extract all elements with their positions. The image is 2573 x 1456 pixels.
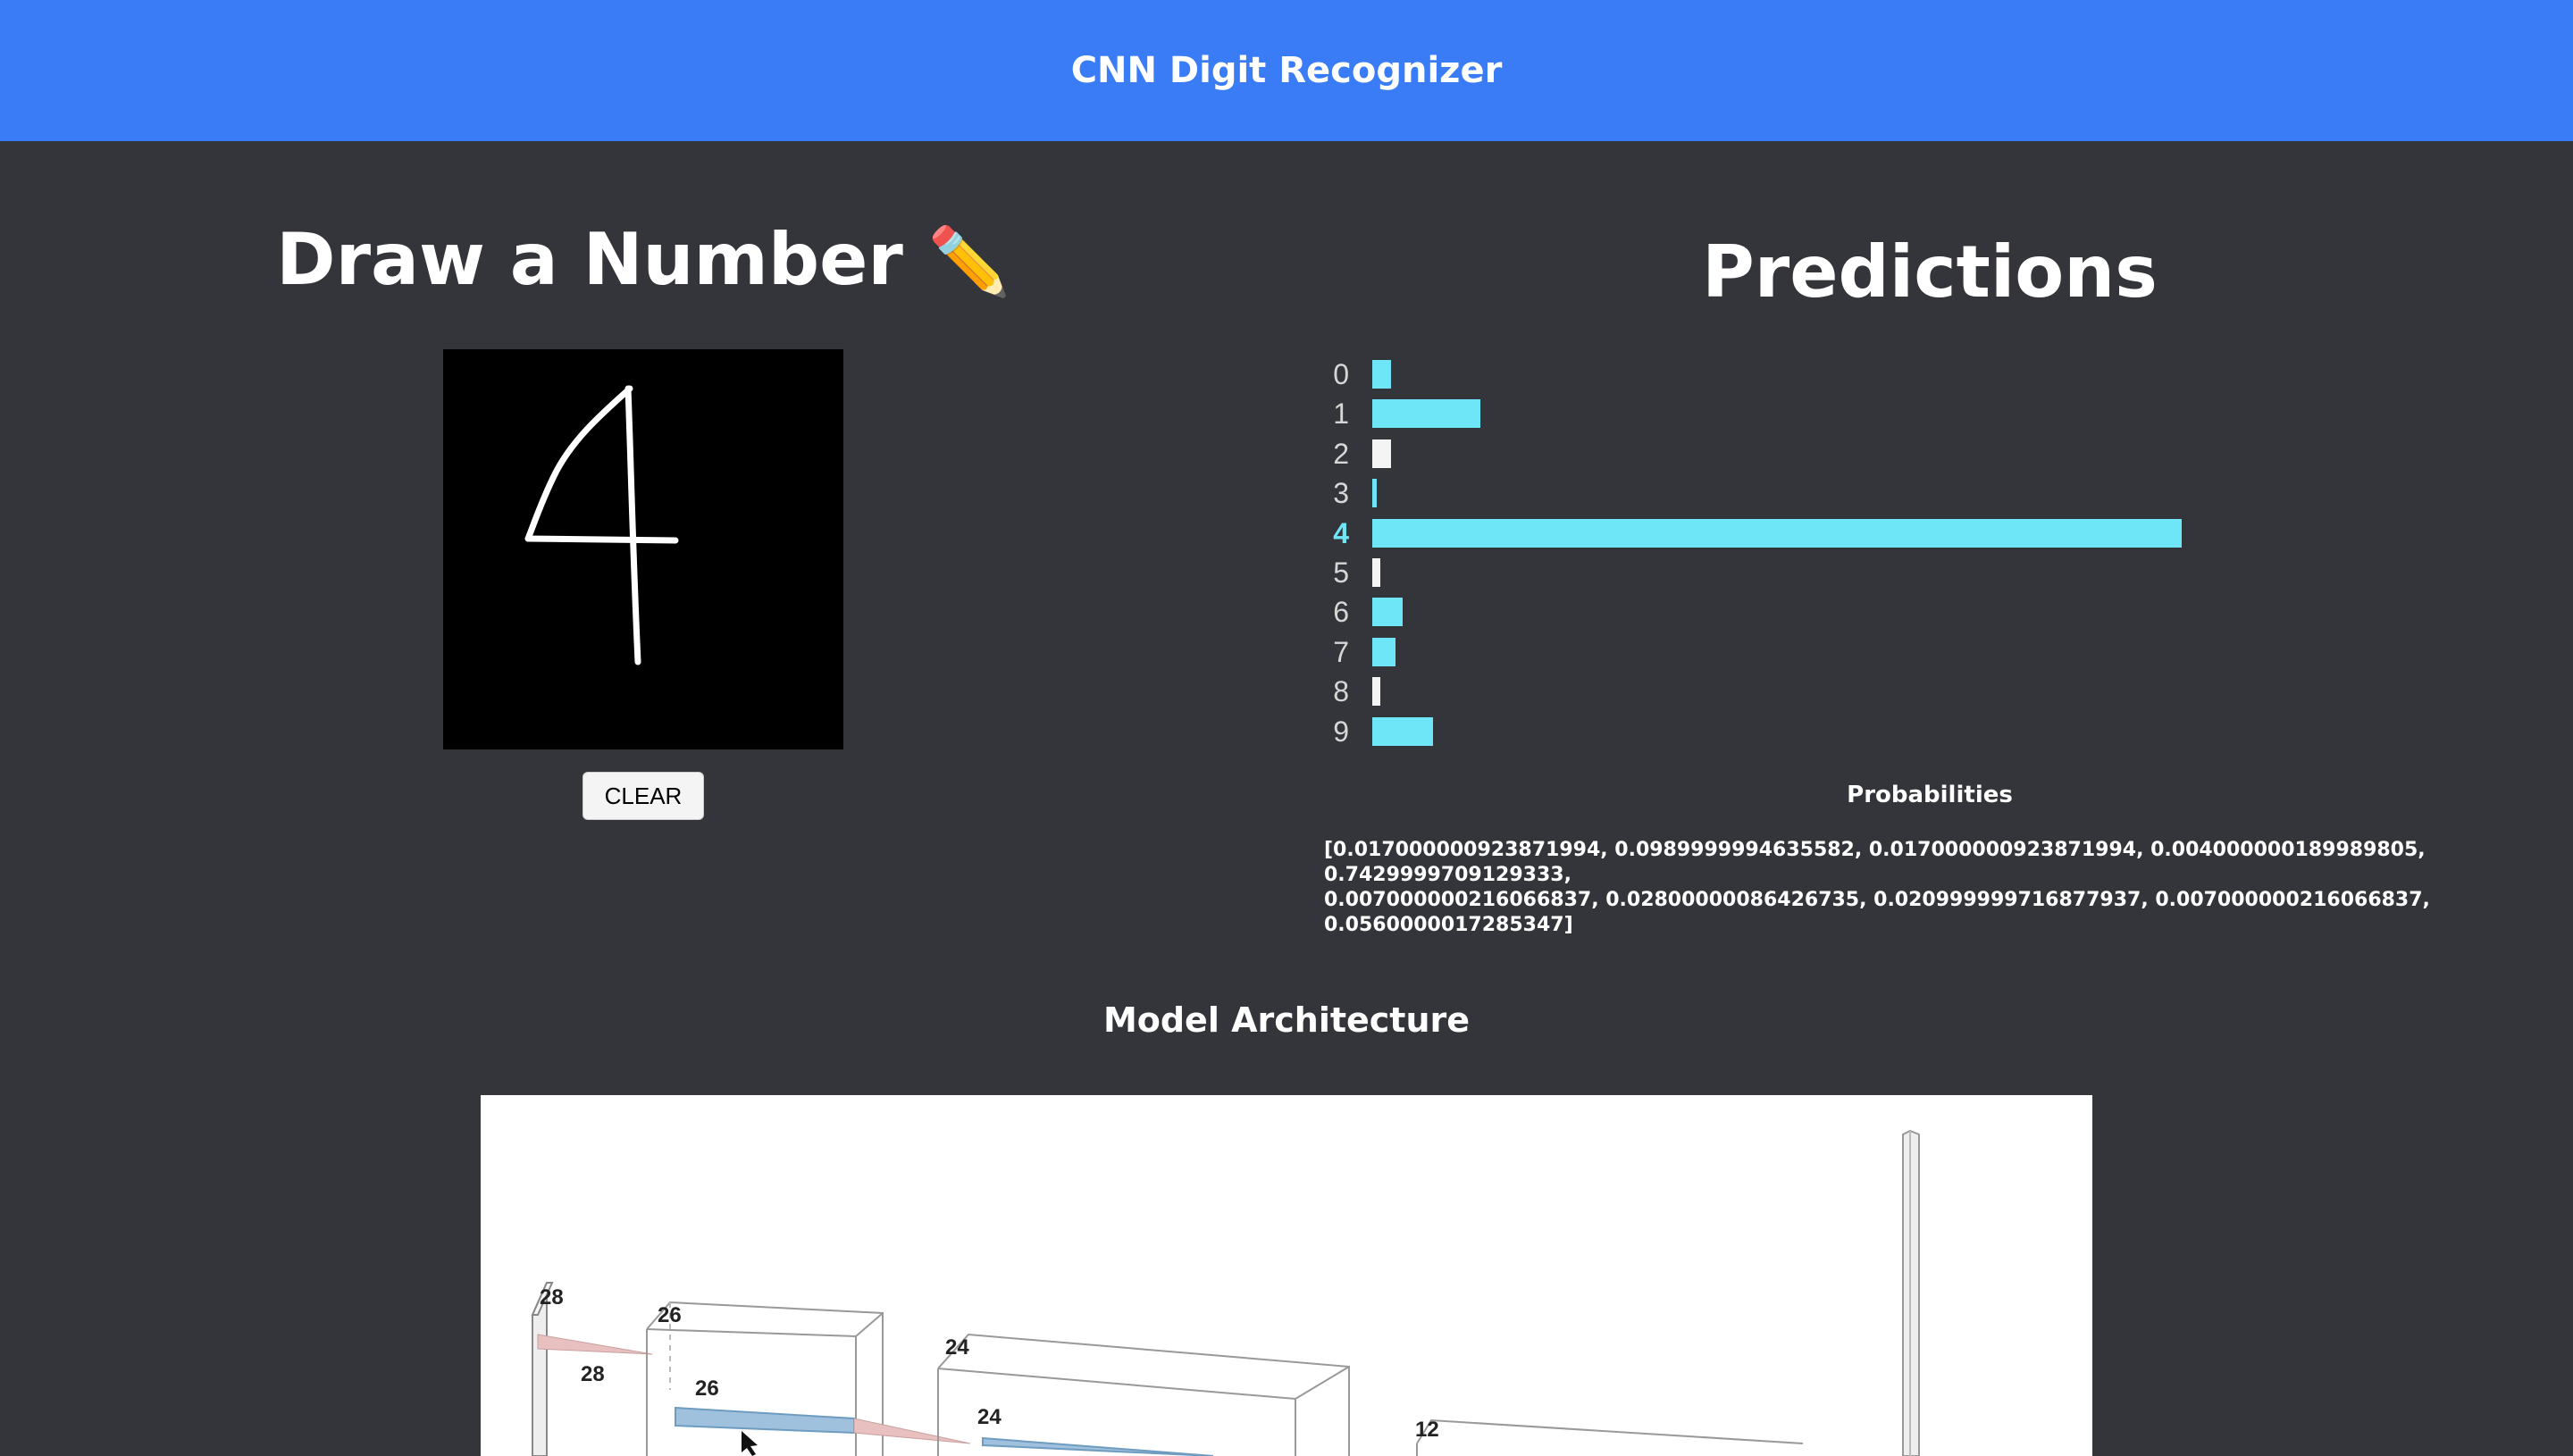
architecture-diagram-svg: 28 28 26 26 24 24 12 (531, 1129, 1920, 1456)
layer-label: 26 (658, 1303, 682, 1327)
prediction-bar (1372, 399, 1480, 429)
prediction-digit-label: 4 (1333, 516, 1349, 549)
prediction-bar (1372, 439, 1391, 468)
prediction-row: 2 (1304, 434, 2287, 473)
prediction-digit-label: 3 (1333, 477, 1349, 510)
layer-label: 28 (581, 1362, 605, 1386)
layer-label: 28 (540, 1285, 564, 1310)
prediction-bar (1372, 637, 1395, 666)
model-architecture-title: Model Architecture (1102, 1000, 1471, 1040)
layer-label: 26 (695, 1377, 719, 1401)
prediction-digit-label: 8 (1333, 675, 1349, 708)
prediction-digit-label: 2 (1333, 437, 1349, 470)
prediction-row: 3 (1304, 473, 2287, 513)
layer-label: 24 (977, 1405, 1002, 1429)
prediction-row: 6 (1304, 592, 2287, 632)
prediction-row: 8 (1304, 672, 2287, 711)
app-header: CNN Digit Recognizer (0, 0, 2573, 141)
prediction-bar (1372, 558, 1380, 587)
pool-block (1416, 1418, 1804, 1456)
probabilities-array: [0.017000000923871994, 0.098999999463558… (1324, 839, 2430, 936)
prediction-digit-label: 0 (1333, 358, 1349, 390)
drawn-digit-stroke (524, 385, 679, 665)
drawing-canvas[interactable] (443, 349, 843, 749)
prediction-row: 7 (1304, 632, 2287, 672)
model-architecture-diagram: 28 28 26 26 24 24 12 (481, 1095, 2092, 1456)
conv2-block (937, 1333, 1350, 1456)
dense-layer-bar (1902, 1129, 1920, 1456)
prediction-digit-label: 6 (1333, 596, 1349, 629)
prediction-row: 5 (1304, 553, 2287, 592)
predictions-title: Predictions (1702, 230, 2158, 314)
app-title: CNN Digit Recognizer (1070, 50, 1503, 91)
prediction-digit-label: 5 (1333, 556, 1349, 589)
prediction-row: 1 (1304, 394, 2287, 433)
pencil-icon: ✏️ (927, 223, 1010, 300)
prediction-bar (1372, 479, 1377, 508)
draw-title-text: Draw a Number (276, 218, 903, 301)
prediction-row: 4 (1304, 514, 2287, 553)
prediction-row: 9 (1304, 712, 2287, 751)
clear-button[interactable]: CLEAR (582, 772, 704, 820)
prediction-bar (1372, 677, 1380, 707)
prediction-bar (1372, 598, 1404, 627)
prediction-bar (1372, 360, 1391, 389)
prediction-bar (1372, 518, 2183, 548)
prediction-row: 0 (1304, 355, 2287, 394)
draw-panel-title: Draw a Number ✏️ (223, 211, 1063, 309)
prediction-digit-label: 9 (1333, 715, 1349, 748)
prediction-bar (1372, 716, 1434, 746)
prediction-digit-label: 7 (1333, 635, 1349, 668)
layer-label: 24 (945, 1335, 969, 1360)
probabilities-title: Probabilities (1847, 782, 2013, 808)
prediction-digit-label: 1 (1333, 397, 1349, 431)
layer-label: 12 (1415, 1418, 1439, 1442)
cursor-icon (742, 1431, 758, 1456)
